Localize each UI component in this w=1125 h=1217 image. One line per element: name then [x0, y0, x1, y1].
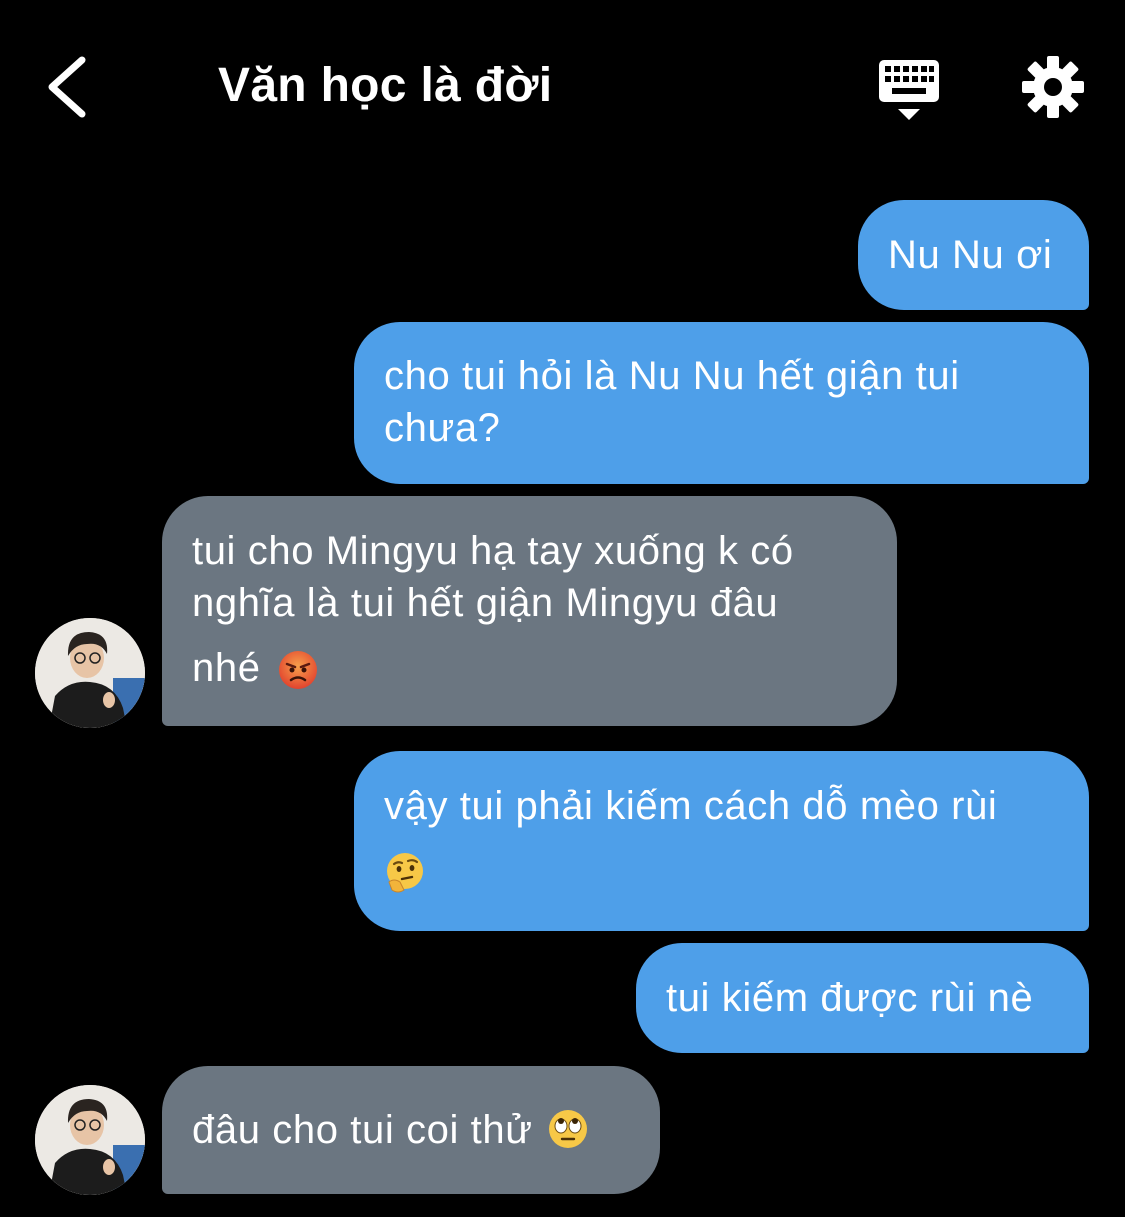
avatar[interactable] [35, 1085, 145, 1195]
chevron-left-icon[interactable] [40, 50, 100, 125]
message-bubble-outgoing[interactable]: tui kiếm được rùi nè [636, 943, 1089, 1053]
message-bubble-incoming[interactable]: tui cho Mingyu hạ tay xuống k có nghĩa l… [162, 496, 897, 726]
chat-header: Văn học là đời [0, 0, 1125, 175]
eye-roll-face-emoji [549, 1110, 588, 1149]
chat-title: Văn học là đời [218, 59, 553, 112]
message-bubble-incoming[interactable]: đâu cho tui coi thử [162, 1066, 660, 1194]
message-text: cho tui hỏi là Nu Nu hết giận tui [384, 354, 960, 398]
message-text: tui cho Mingyu hạ tay xuống k có [192, 529, 794, 573]
message-text: nghĩa là tui hết giận Mingyu đâu [192, 581, 779, 625]
angry-face-emoji [279, 651, 318, 690]
message-text: nhé [192, 646, 261, 690]
chat-screen: Văn học là đời Nu Nu ơi cho tui hỏi là N… [0, 0, 1125, 1217]
gear-icon[interactable] [1020, 54, 1086, 120]
message-text: vậy tui phải kiếm cách dỗ mèo rùi [384, 784, 998, 828]
message-text: tui kiếm được rùi nè [666, 976, 1034, 1020]
message-text: chưa? [384, 406, 501, 450]
keyboard-hide-icon[interactable] [876, 56, 942, 124]
thinking-face-emoji [387, 853, 423, 893]
message-text: đâu cho tui coi thử [192, 1108, 533, 1152]
message-text: Nu Nu ơi [888, 233, 1053, 277]
message-bubble-outgoing[interactable]: vậy tui phải kiếm cách dỗ mèo rùi [354, 751, 1089, 931]
message-bubble-outgoing[interactable]: cho tui hỏi là Nu Nu hết giận tui chưa? [354, 322, 1089, 484]
avatar[interactable] [35, 618, 145, 728]
message-bubble-outgoing[interactable]: Nu Nu ơi [858, 200, 1089, 310]
